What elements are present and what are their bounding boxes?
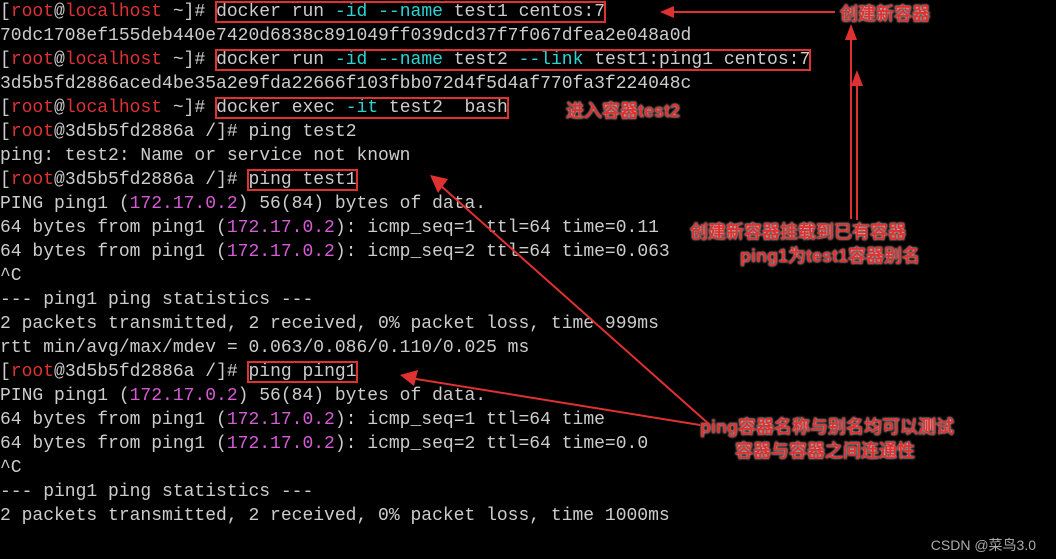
boxed-cmd-run-test1: docker run -id --name test1 centos:7	[216, 2, 605, 22]
terminal-line: --- ping1 ping statistics ---	[0, 480, 1056, 504]
annotation-ping-l2: 容器与容器之间连通性	[735, 439, 915, 463]
annotation-enter-test2: 进入容器test2	[566, 99, 680, 123]
annotation-create-container: 创建新容器	[840, 2, 930, 26]
watermark: CSDN @菜鸟3.0	[931, 533, 1036, 557]
terminal-line: 3d5b5fd2886aced4be35a2e9fda22666f103fbb0…	[0, 72, 1056, 96]
annotation-link-container-l1: 创建新容器挂载到已有容器	[690, 220, 906, 244]
annotation-link-container-l2: ping1为test1容器别名	[740, 244, 920, 268]
terminal-line: PING ping1 (172.17.0.2) 56(84) bytes of …	[0, 384, 1056, 408]
boxed-cmd-ping-ping1: ping ping1	[248, 362, 356, 382]
terminal-line: --- ping1 ping statistics ---	[0, 288, 1056, 312]
terminal-line: [root@3d5b5fd2886a /]# ping test2	[0, 120, 1056, 144]
boxed-cmd-ping-test1: ping test1	[248, 170, 356, 190]
terminal-line: [root@3d5b5fd2886a /]# ping ping1	[0, 360, 1056, 384]
terminal-line: [root@3d5b5fd2886a /]# ping test1	[0, 168, 1056, 192]
boxed-cmd-run-test2: docker run -id --name test2 --link test1…	[216, 50, 810, 70]
terminal-line: rtt min/avg/max/mdev = 0.063/0.086/0.110…	[0, 336, 1056, 360]
terminal-line: 2 packets transmitted, 2 received, 0% pa…	[0, 312, 1056, 336]
terminal-line: 2 packets transmitted, 2 received, 0% pa…	[0, 504, 1056, 528]
annotation-ping-l1: ping容器名称与别名均可以测试	[700, 415, 954, 439]
terminal-line: PING ping1 (172.17.0.2) 56(84) bytes of …	[0, 192, 1056, 216]
boxed-cmd-exec: docker exec -it test2 bash	[216, 98, 508, 118]
terminal-line: [root@localhost ~]# docker exec -it test…	[0, 96, 1056, 120]
terminal-line: [root@localhost ~]# docker run -id --nam…	[0, 48, 1056, 72]
terminal-line: ping: test2: Name or service not known	[0, 144, 1056, 168]
terminal-line: 70dc1708ef155deb440e7420d6838c891049ff03…	[0, 24, 1056, 48]
